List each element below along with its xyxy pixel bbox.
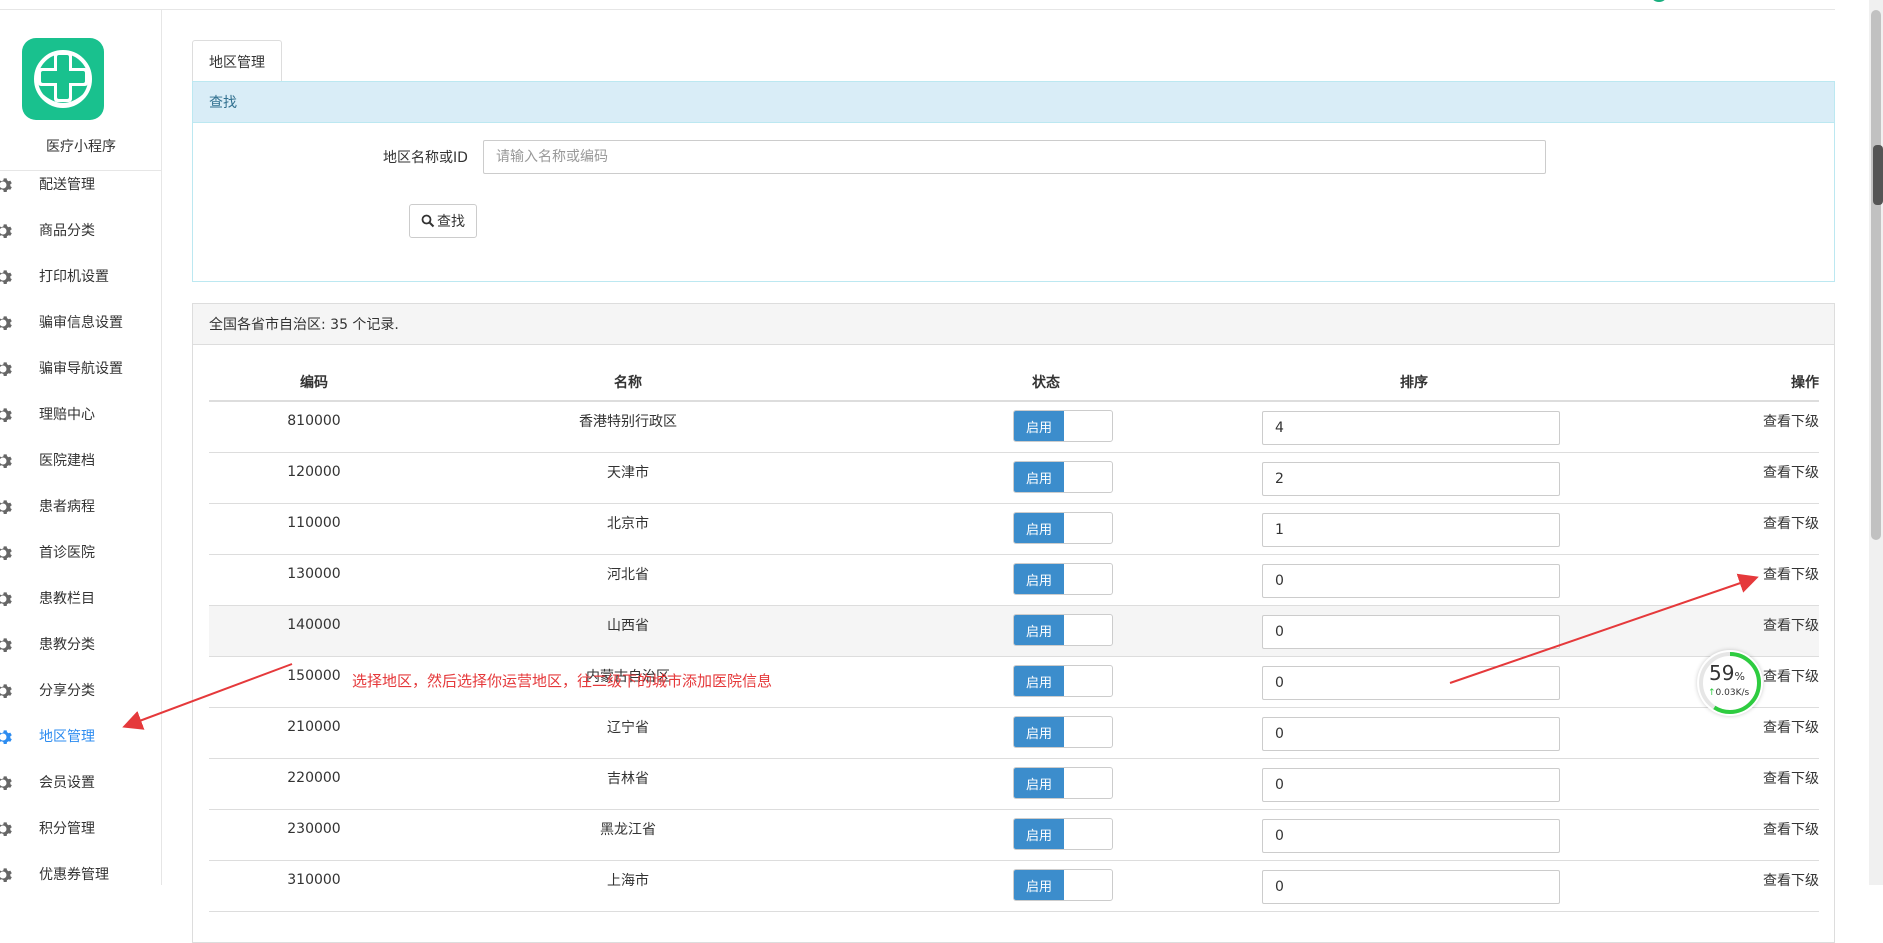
scroll-grip[interactable] [1873, 145, 1883, 205]
annotation-text: 选择地区，然后选择你运营地区，往二级下的城市添加医院信息 [352, 672, 773, 690]
scrollbar-thumb[interactable] [1871, 10, 1881, 540]
arrow-to-sidebar [122, 663, 293, 730]
speed-rate: ↑0.03K/s [1708, 688, 1750, 698]
speed-percent: 59% [1709, 661, 1745, 685]
annotation-arrows [122, 573, 1759, 730]
page-scrollbar[interactable] [1869, 0, 1883, 885]
network-speed-widget[interactable]: 59% ↑0.03K/s [1697, 650, 1763, 716]
